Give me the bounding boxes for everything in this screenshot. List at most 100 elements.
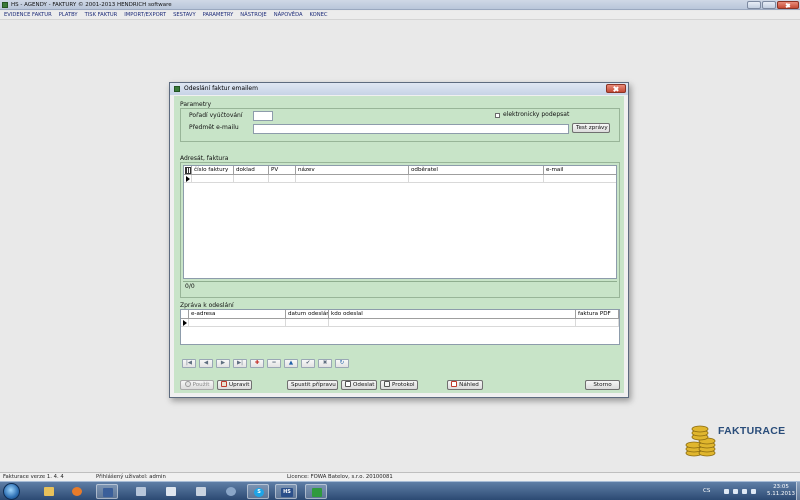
edit-record-button[interactable]: ▲	[284, 359, 298, 368]
next-record-button[interactable]: ▶	[216, 359, 230, 368]
floppy-icon	[103, 488, 113, 497]
prior-record-button[interactable]: ◀	[199, 359, 213, 368]
cell[interactable]	[544, 175, 616, 183]
menu-nastroje[interactable]: NÁSTROJE	[240, 11, 266, 19]
browser-icon	[226, 487, 236, 496]
menu-parametry[interactable]: PARAMETRY	[203, 11, 234, 19]
col-pv[interactable]: PV	[269, 166, 296, 175]
select-all-icon[interactable]	[184, 166, 192, 175]
menu-evidence-faktur[interactable]: EVIDENCE FAKTUR	[4, 11, 52, 19]
window-icon	[136, 487, 146, 496]
show-desktop-button[interactable]	[796, 482, 800, 500]
edit-icon	[221, 381, 227, 387]
media-player-icon	[72, 487, 82, 496]
record-navigator: |◀ ◀ ▶ ▶| ✚ ━ ▲ ✔ ✖ ↻	[182, 359, 352, 369]
predmet-label: Předmět e-mailu	[189, 124, 239, 131]
taskbar-spreadsheet[interactable]	[305, 484, 327, 499]
taskbar-app-4[interactable]	[220, 484, 242, 499]
folder-icon	[44, 487, 54, 496]
last-record-button[interactable]: ▶|	[233, 359, 247, 368]
app-icon	[196, 487, 206, 496]
col-email[interactable]: e-mail	[544, 166, 616, 175]
document-icon	[166, 487, 176, 496]
cell[interactable]	[296, 175, 409, 183]
close-button[interactable]	[777, 1, 799, 9]
dialog-title: Odeslání faktur emailem	[184, 85, 258, 92]
menu-napoveda[interactable]: NÁPOVĚDA	[274, 11, 303, 19]
taskbar-media[interactable]	[66, 484, 88, 499]
menu-import-export[interactable]: IMPORT/EXPORT	[124, 11, 166, 19]
upravit-button[interactable]: Upravit	[217, 380, 252, 390]
messages-grid[interactable]: e-adresa datum odeslání kdo odeslal fakt…	[180, 309, 620, 345]
cell[interactable]	[234, 175, 269, 183]
cell[interactable]	[329, 319, 576, 327]
menu-konec[interactable]: KONEC	[310, 11, 328, 19]
network-icon[interactable]	[742, 489, 747, 494]
col-kdo-odeslal[interactable]: kdo odeslal	[329, 310, 576, 319]
odeslat-button[interactable]: Odeslat	[341, 380, 377, 390]
taskbar-app-1[interactable]	[130, 484, 152, 499]
taskbar-skype[interactable]: S	[247, 484, 269, 499]
taskbar-hs[interactable]: HS	[275, 484, 297, 499]
signed-checkbox[interactable]	[495, 113, 500, 118]
predmet-input[interactable]	[253, 124, 569, 134]
cancel-record-button[interactable]: ✖	[318, 359, 332, 368]
post-record-button[interactable]: ✔	[301, 359, 315, 368]
storno-button[interactable]: Storno	[585, 380, 620, 390]
cell[interactable]	[409, 175, 544, 183]
menu-sestavy[interactable]: SESTAVY	[173, 11, 196, 19]
spustit-pripravu-button[interactable]: Spustit přípravu	[287, 380, 338, 390]
insert-record-button[interactable]: ✚	[250, 359, 264, 368]
first-record-button[interactable]: |◀	[182, 359, 196, 368]
minimize-button[interactable]	[747, 1, 761, 9]
poradi-input[interactable]	[253, 111, 273, 121]
col-nazev[interactable]: název	[296, 166, 409, 175]
upravit-label: Upravit	[229, 382, 250, 388]
taskbar-explorer[interactable]	[38, 484, 60, 499]
nahled-button[interactable]: Náhled	[447, 380, 483, 390]
language-indicator[interactable]: CS	[703, 488, 710, 494]
taskbar-save[interactable]	[96, 484, 118, 499]
col-datum-odeslani[interactable]: datum odeslání	[286, 310, 329, 319]
table-row[interactable]	[181, 319, 619, 327]
odeslat-label: Odeslat	[353, 382, 375, 388]
cell[interactable]	[286, 319, 329, 327]
tray-icons	[722, 487, 760, 496]
col-faktura-pdf[interactable]: faktura PDF	[576, 310, 619, 319]
clock-time[interactable]: 23:05	[766, 484, 796, 491]
poradi-label: Pořadí vyúčtování	[189, 112, 243, 119]
cell[interactable]	[576, 319, 619, 327]
dialog-close-button[interactable]	[606, 84, 626, 93]
refresh-record-button[interactable]: ↻	[335, 359, 349, 368]
cell[interactable]	[189, 319, 286, 327]
col-e-adresa[interactable]: e-adresa	[189, 310, 286, 319]
invoices-grid[interactable]: číslo faktury doklad PV název odběratel …	[183, 165, 617, 279]
col-cislo-faktury[interactable]: číslo faktury	[192, 166, 234, 175]
delete-record-button[interactable]: ━	[267, 359, 281, 368]
col-doklad[interactable]: doklad	[234, 166, 269, 175]
current-row-icon	[181, 319, 189, 327]
col-odberatel[interactable]: odběratel	[409, 166, 544, 175]
tray-arrow-icon[interactable]	[724, 489, 729, 494]
volume-icon[interactable]	[751, 489, 756, 494]
dialog-body: Parametry Pořadí vyúčtování elektronicky…	[174, 96, 624, 393]
dialog-titlebar[interactable]: Odeslání faktur emailem	[170, 83, 628, 95]
flag-icon[interactable]	[733, 489, 738, 494]
protokol-button[interactable]: Protokol	[380, 380, 418, 390]
table-row[interactable]	[184, 175, 616, 183]
messages-grid-header: e-adresa datum odeslání kdo odeslal fakt…	[181, 310, 619, 319]
taskbar-app-3[interactable]	[190, 484, 212, 499]
cell[interactable]	[269, 175, 296, 183]
cell[interactable]	[192, 175, 234, 183]
pouzit-label: Použít	[192, 382, 210, 388]
menu-tisk-faktur[interactable]: TISK FAKTUR	[85, 11, 118, 19]
menu-platby[interactable]: PLATBY	[59, 11, 78, 19]
maximize-button[interactable]	[762, 1, 776, 9]
taskbar-app-2[interactable]	[160, 484, 182, 499]
current-row-icon	[184, 175, 192, 183]
pouzit-button[interactable]: Použít	[180, 380, 214, 390]
start-button[interactable]	[3, 483, 20, 500]
circle-icon	[184, 381, 191, 387]
test-zpravy-button[interactable]: Test zprávy	[572, 123, 610, 133]
clock-date[interactable]: 5.11.2013	[766, 491, 796, 498]
